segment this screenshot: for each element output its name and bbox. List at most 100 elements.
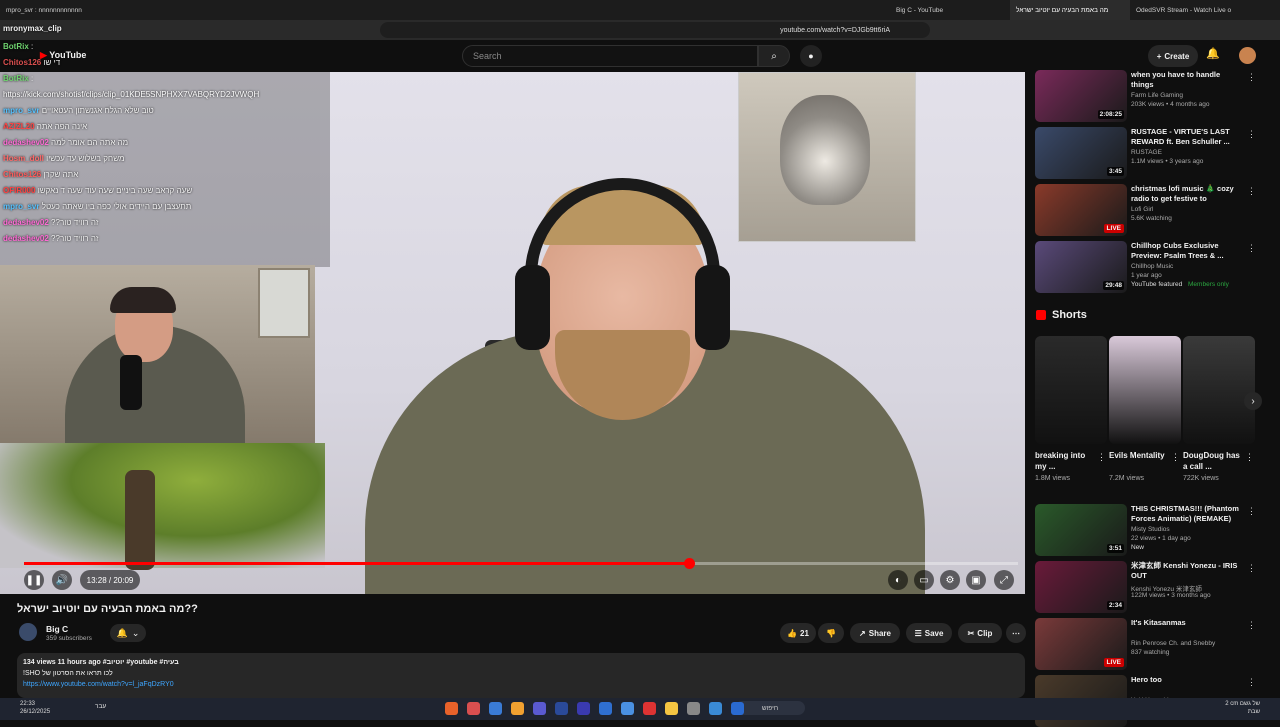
short-title[interactable]: breaking into my ...: [1035, 450, 1095, 472]
video-thumbnail[interactable]: 2:08:25: [1035, 70, 1127, 122]
recommendation-title[interactable]: christmas lofi music 🎄 cozy radio to get…: [1131, 184, 1241, 204]
short-thumbnail[interactable]: [1183, 336, 1255, 444]
chat-message: Chitos126 די שו: [3, 58, 60, 67]
video-thumbnail[interactable]: LIVE: [1035, 184, 1127, 236]
more-actions-button[interactable]: ⋯: [1006, 623, 1026, 643]
tab-kick-chat[interactable]: mpro_svr : nnnnnnnnnnnn: [0, 0, 300, 20]
autoplay-toggle[interactable]: ◐: [888, 570, 908, 590]
recommendation-card[interactable]: 2:34 米津玄師 Kenshi Yonezu - IRIS OUT Kenshi …: [1035, 561, 1256, 613]
subscription-bell-button[interactable]: 🔔 ⌄: [110, 624, 146, 642]
recommendation-channel[interactable]: Farm Life Gaming: [1131, 92, 1183, 99]
channel-name[interactable]: Big C: [46, 624, 68, 634]
notifications-bell-icon[interactable]: 🔔: [1206, 47, 1220, 60]
share-button[interactable]: ↗ Share: [850, 623, 900, 643]
miniplayer-button[interactable]: ▣: [966, 570, 986, 590]
share-icon: ↗: [859, 628, 866, 638]
like-button[interactable]: 👍 21: [780, 623, 816, 643]
recommendation-title[interactable]: Chillhop Cubs Exclusive Preview: Psalm T…: [1131, 241, 1241, 261]
video-thumbnail[interactable]: 2:34: [1035, 561, 1127, 613]
taskbar-clock[interactable]: 22:33 26/12/2025: [20, 700, 50, 716]
recommendation-card[interactable]: 3:51 THIS CHRISTMAS!!! (Phantom Forces An…: [1035, 504, 1256, 556]
address-bar[interactable]: youtube.com/watch?v=DJGb9tt6riA: [380, 22, 930, 38]
progress-scrubber[interactable]: [683, 558, 695, 569]
recommendation-title[interactable]: RUSTAGE - VIRTUE'S LAST REWARD ft. Ben S…: [1131, 127, 1241, 147]
recommendation-card[interactable]: LIVE It's Kitasanmas Rin Penrose Ch. and S…: [1035, 618, 1256, 670]
taskbar-app-icon[interactable]: [665, 702, 678, 715]
recommendation-title[interactable]: THIS CHRISTMAS!!! (Phantom Forces Animat…: [1131, 504, 1241, 524]
recommendation-title[interactable]: Hero too: [1131, 675, 1241, 685]
more-options-icon[interactable]: ⋮: [1247, 506, 1256, 517]
taskbar-app-icon[interactable]: [445, 702, 458, 715]
more-options-icon[interactable]: ⋮: [1171, 452, 1180, 463]
chat-message: OFIR000 שעה קראב שעה ביניים שעה עוד שעה …: [3, 186, 192, 195]
mute-button[interactable]: 🔊: [52, 570, 72, 590]
chat-message: AZIZL20 אינה הפה אתה: [3, 122, 87, 131]
clip-button[interactable]: ✂ Clip: [958, 623, 1002, 643]
channel-avatar[interactable]: [19, 623, 37, 641]
taskbar-app-icon[interactable]: [467, 702, 480, 715]
tab-bigc[interactable]: Big C - YouTube: [890, 0, 1010, 20]
taskbar-search[interactable]: חיפוש: [735, 701, 805, 715]
recommendation-card[interactable]: LIVE christmas lofi music 🎄 cozy radio to…: [1035, 184, 1256, 236]
more-options-icon[interactable]: ⋮: [1247, 72, 1256, 83]
short-thumbnail[interactable]: [1035, 336, 1107, 444]
recommendation-card[interactable]: 29:48 Chillhop Cubs Exclusive Preview: Ps…: [1035, 241, 1256, 293]
shorts-next-button[interactable]: ›: [1244, 392, 1262, 410]
short-thumbnail[interactable]: [1109, 336, 1181, 444]
recommendation-channel[interactable]: RUSTAGE: [1131, 149, 1162, 156]
settings-button[interactable]: ⚙: [940, 570, 960, 590]
taskbar-app-icon[interactable]: [511, 702, 524, 715]
more-options-icon[interactable]: ⋮: [1097, 452, 1106, 463]
recommendation-channel[interactable]: Chillhop Music: [1131, 263, 1173, 270]
recommendation-channel[interactable]: Rin Penrose Ch. and Snebby: [1131, 640, 1215, 647]
more-options-icon[interactable]: ⋮: [1247, 243, 1256, 254]
video-thumbnail[interactable]: LIVE: [1035, 618, 1127, 670]
recommendation-card[interactable]: 3:45 RUSTAGE - VIRTUE'S LAST REWARD ft. B…: [1035, 127, 1256, 179]
chat-message: dedashev02 מה אתה הם אומר למה: [3, 138, 128, 147]
taskbar-app-icon[interactable]: [577, 702, 590, 715]
recommendation-title[interactable]: when you have to handle things: [1131, 70, 1241, 90]
taskbar-app-icon[interactable]: [643, 702, 656, 715]
description-link[interactable]: https://www.youtube.com/watch?v=l_jaFqDz…: [23, 681, 174, 688]
taskbar-lang[interactable]: עבר: [95, 703, 106, 710]
more-options-icon[interactable]: ⋮: [1247, 677, 1256, 688]
captions-button[interactable]: ▭: [914, 570, 934, 590]
taskbar-app-icon[interactable]: [687, 702, 700, 715]
video-thumbnail[interactable]: 29:48: [1035, 241, 1127, 293]
short-title[interactable]: DougDoug has a call ...: [1183, 450, 1243, 472]
voice-search-button[interactable]: ●: [800, 45, 822, 67]
taskbar-app-icon[interactable]: [621, 702, 634, 715]
create-button[interactable]: + Create: [1148, 45, 1198, 67]
recommendation-channel[interactable]: Misty Studios: [1131, 526, 1170, 533]
search-input[interactable]: Search: [462, 45, 758, 67]
tab-current-video[interactable]: מה באמת הבעיה עם יוטיוב ישראל: [1010, 0, 1130, 20]
more-options-icon[interactable]: ⋮: [1247, 563, 1256, 574]
account-avatar[interactable]: [1239, 47, 1256, 64]
fullscreen-button[interactable]: ⤢: [994, 570, 1014, 590]
chat-username: BotRix: [3, 74, 29, 83]
recommendation-channel[interactable]: Lofi Girl: [1131, 206, 1153, 213]
recommendation-title[interactable]: It's Kitasanmas: [1131, 618, 1241, 628]
more-options-icon[interactable]: ⋮: [1247, 186, 1256, 197]
dislike-button[interactable]: 👎: [818, 623, 844, 643]
more-options-icon[interactable]: ⋮: [1247, 620, 1256, 631]
taskbar-app-icon[interactable]: [709, 702, 722, 715]
taskbar-weather[interactable]: 2 cm של גשם שבת: [1210, 700, 1260, 716]
video-thumbnail[interactable]: 3:51: [1035, 504, 1127, 556]
tab-odedsvr[interactable]: OdedSVR Stream - Watch Live o: [1130, 0, 1250, 20]
taskbar-app-icon[interactable]: [533, 702, 546, 715]
taskbar-app-icon[interactable]: [555, 702, 568, 715]
short-title[interactable]: Evils Mentality: [1109, 450, 1169, 461]
taskbar-app-icon[interactable]: [599, 702, 612, 715]
video-thumbnail[interactable]: 3:45: [1035, 127, 1127, 179]
search-button[interactable]: ⌕: [758, 45, 790, 67]
save-button[interactable]: ☰ Save: [906, 623, 952, 643]
taskbar-app-icon[interactable]: [489, 702, 502, 715]
recommendation-title[interactable]: 米津玄師 Kenshi Yonezu - IRIS OUT: [1131, 561, 1241, 581]
chat-message: dedashev02 ??זה רוויד טור: [3, 218, 98, 227]
more-options-icon[interactable]: ⋮: [1245, 452, 1254, 463]
pause-button[interactable]: ❚❚: [24, 570, 44, 590]
recommendation-card[interactable]: 2:08:25 when you have to handle things Far…: [1035, 70, 1256, 122]
more-options-icon[interactable]: ⋮: [1247, 129, 1256, 140]
taskbar-app-icon[interactable]: [731, 702, 744, 715]
